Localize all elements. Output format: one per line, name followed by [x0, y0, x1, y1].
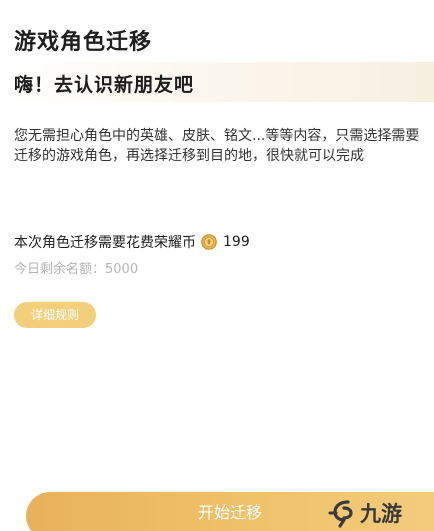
page-title: 游戏角色迁移 — [14, 30, 153, 55]
migration-description: 您无需担心角色中的英雄、皮肤、铭文...等等内容，只需选择需要迁移的游戏角色，再… — [14, 128, 420, 164]
migration-page: 游戏角色迁移 嗨！去认识新朋友吧 您无需担心角色中的英雄、皮肤、铭文...等等内… — [0, 0, 434, 531]
remaining-quota: 今日剩余名额：5000 — [14, 262, 139, 277]
cost-row: 本次角色迁移需要花费荣耀币 199 — [14, 232, 250, 252]
cost-label: 本次角色迁移需要花费荣耀币 — [14, 235, 196, 251]
start-migration-button[interactable]: 开始迁移 — [26, 492, 434, 531]
greeting-heading: 嗨！去认识新朋友吧 — [14, 74, 195, 96]
cost-amount: 199 — [223, 234, 250, 250]
honor-coin-icon — [201, 234, 217, 250]
detailed-rules-button[interactable]: 详细规则 — [14, 302, 96, 328]
